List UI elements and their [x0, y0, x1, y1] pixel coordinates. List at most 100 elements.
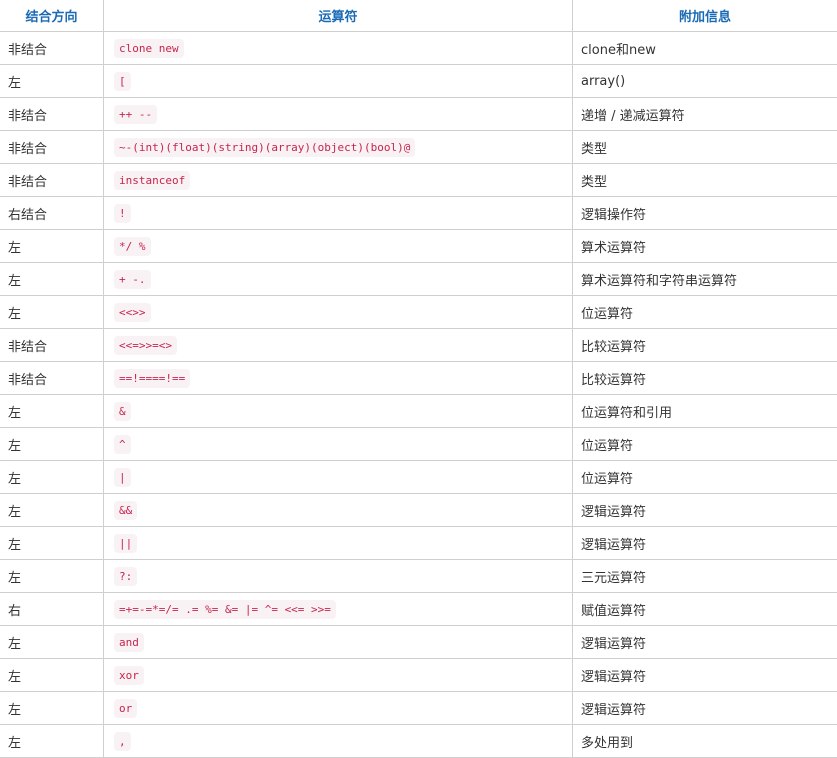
associativity-cell: 左: [0, 527, 104, 560]
table-row: 非结合 <<=>>=<> 比较运算符: [0, 329, 837, 362]
operator-code: ,: [114, 732, 131, 751]
associativity-cell: 左: [0, 395, 104, 428]
operator-cell: &&: [104, 494, 573, 527]
operator-cell: ^: [104, 428, 573, 461]
associativity-cell: 非结合: [0, 32, 104, 65]
associativity-cell: 左: [0, 725, 104, 758]
operator-cell: or: [104, 692, 573, 725]
associativity-cell: 左: [0, 263, 104, 296]
info-cell: 逻辑操作符: [573, 197, 837, 230]
header-info: 附加信息: [573, 0, 837, 32]
table-row: 右结合 ! 逻辑操作符: [0, 197, 837, 230]
operator-cell: instanceof: [104, 164, 573, 197]
associativity-cell: 左: [0, 296, 104, 329]
table-body: 非结合 clone new clone和new 左 [ array() 非结合 …: [0, 32, 837, 758]
operator-cell: &: [104, 395, 573, 428]
operator-code: or: [114, 699, 137, 718]
info-cell: 三元运算符: [573, 560, 837, 593]
associativity-cell: 左: [0, 230, 104, 263]
operator-code: ~-(int)(float)(string)(array)(object)(bo…: [114, 138, 415, 157]
operator-cell: ~-(int)(float)(string)(array)(object)(bo…: [104, 131, 573, 164]
operator-cell: clone new: [104, 32, 573, 65]
associativity-cell: 非结合: [0, 98, 104, 131]
associativity-cell: 非结合: [0, 362, 104, 395]
associativity-cell: 左: [0, 692, 104, 725]
operator-cell: =+=-=*=/= .= %= &= |= ^= <<= >>=: [104, 593, 573, 626]
table-row: 左 or 逻辑运算符: [0, 692, 837, 725]
operator-cell: <<>>: [104, 296, 573, 329]
operator-code: ==!====!==: [114, 369, 190, 388]
operator-code: !: [114, 204, 131, 223]
info-cell: 多处用到: [573, 725, 837, 758]
associativity-cell: 右: [0, 593, 104, 626]
table-row: 左 and 逻辑运算符: [0, 626, 837, 659]
info-cell: 递增 / 递减运算符: [573, 98, 837, 131]
associativity-cell: 非结合: [0, 131, 104, 164]
info-cell: 逻辑运算符: [573, 659, 837, 692]
operator-cell: and: [104, 626, 573, 659]
info-cell: 逻辑运算符: [573, 527, 837, 560]
operator-code: <<=>>=<>: [114, 336, 177, 355]
table-row: 左 & 位运算符和引用: [0, 395, 837, 428]
associativity-cell: 非结合: [0, 164, 104, 197]
info-cell: 比较运算符: [573, 362, 837, 395]
info-cell: 逻辑运算符: [573, 692, 837, 725]
operator-cell: + -.: [104, 263, 573, 296]
info-cell: 类型: [573, 131, 837, 164]
info-cell: 逻辑运算符: [573, 626, 837, 659]
operator-code: =+=-=*=/= .= %= &= |= ^= <<= >>=: [114, 600, 336, 619]
operator-code: <<>>: [114, 303, 151, 322]
operator-code: + -.: [114, 270, 151, 289]
operator-code: ?:: [114, 567, 137, 586]
operator-code: &: [114, 402, 131, 421]
table-row: 左 */ % 算术运算符: [0, 230, 837, 263]
associativity-cell: 左: [0, 65, 104, 98]
info-cell: 类型: [573, 164, 837, 197]
table-row: 左 <<>> 位运算符: [0, 296, 837, 329]
operator-code: |: [114, 468, 131, 487]
table-row: 左 [ array(): [0, 65, 837, 98]
associativity-cell: 左: [0, 626, 104, 659]
info-cell: 位运算符和引用: [573, 395, 837, 428]
operator-cell: xor: [104, 659, 573, 692]
operator-cell: |: [104, 461, 573, 494]
operator-code: [: [114, 72, 131, 91]
header-associativity: 结合方向: [0, 0, 104, 32]
operator-cell: ?:: [104, 560, 573, 593]
operator-code: ^: [114, 435, 131, 454]
operator-code: xor: [114, 666, 144, 685]
operator-cell: ,: [104, 725, 573, 758]
operator-precedence-table: 结合方向 运算符 附加信息 非结合 clone new clone和new 左 …: [0, 0, 837, 758]
table-row: 非结合 clone new clone和new: [0, 32, 837, 65]
info-cell: 算术运算符和字符串运算符: [573, 263, 837, 296]
operator-cell: !: [104, 197, 573, 230]
operator-code: */ %: [114, 237, 151, 256]
table-header-row: 结合方向 运算符 附加信息: [0, 0, 837, 32]
info-cell: 位运算符: [573, 428, 837, 461]
operator-cell: */ %: [104, 230, 573, 263]
operator-cell: [: [104, 65, 573, 98]
table-row: 非结合 ==!====!== 比较运算符: [0, 362, 837, 395]
operator-code: and: [114, 633, 144, 652]
associativity-cell: 右结合: [0, 197, 104, 230]
associativity-cell: 左: [0, 461, 104, 494]
operator-code: instanceof: [114, 171, 190, 190]
operator-cell: ||: [104, 527, 573, 560]
operator-code: &&: [114, 501, 137, 520]
associativity-cell: 非结合: [0, 329, 104, 362]
info-cell: 位运算符: [573, 296, 837, 329]
table-row: 左 xor 逻辑运算符: [0, 659, 837, 692]
operator-cell: <<=>>=<>: [104, 329, 573, 362]
header-operator: 运算符: [104, 0, 573, 32]
info-cell: 算术运算符: [573, 230, 837, 263]
associativity-cell: 左: [0, 560, 104, 593]
info-cell: 比较运算符: [573, 329, 837, 362]
table-row: 左 + -. 算术运算符和字符串运算符: [0, 263, 837, 296]
operator-code: ||: [114, 534, 137, 553]
operator-code: clone new: [114, 39, 184, 58]
info-cell: 逻辑运算符: [573, 494, 837, 527]
table-row: 左 ?: 三元运算符: [0, 560, 837, 593]
operator-code: ++ --: [114, 105, 157, 124]
table-row: 非结合 ++ -- 递增 / 递减运算符: [0, 98, 837, 131]
associativity-cell: 左: [0, 428, 104, 461]
